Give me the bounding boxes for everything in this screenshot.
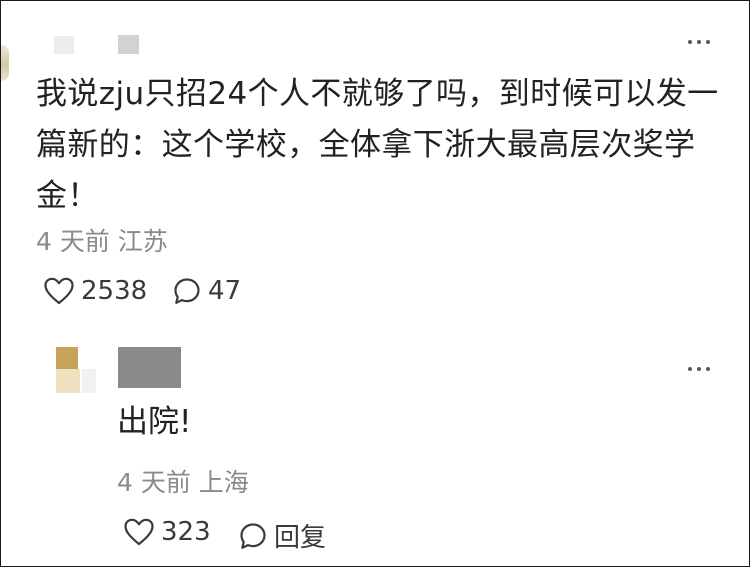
like-count: 2538 bbox=[81, 276, 148, 306]
reply-button[interactable]: 回复 bbox=[238, 517, 326, 554]
speech-bubble-icon bbox=[174, 278, 200, 304]
replier-name-redacted[interactable] bbox=[118, 347, 181, 388]
heart-outline-icon bbox=[44, 277, 74, 305]
speech-bubble-icon bbox=[240, 522, 266, 549]
more-dots-icon bbox=[688, 367, 692, 371]
more-dots-icon bbox=[688, 40, 692, 44]
commenter-name-redacted[interactable] bbox=[54, 36, 74, 54]
comment-meta: 4 天前 江苏 bbox=[36, 227, 168, 256]
comment-thread-card: 我说zju只招24个人不就够了吗，到时候可以发一篇新的：这个学校，全体拿下浙大最… bbox=[0, 0, 750, 567]
reply-like-button[interactable]: 323 bbox=[123, 517, 211, 547]
reply-label: 回复 bbox=[274, 523, 327, 553]
like-button[interactable]: 2538 bbox=[43, 276, 147, 306]
reply-count: 47 bbox=[208, 276, 242, 306]
replier-avatar[interactable] bbox=[45, 347, 97, 393]
reply-text: 出院! bbox=[117, 404, 192, 440]
reply-more-options-button[interactable] bbox=[688, 367, 710, 371]
commenter-name-redacted-part[interactable] bbox=[118, 35, 139, 54]
heart-outline-icon bbox=[124, 518, 154, 546]
more-options-button[interactable] bbox=[688, 40, 710, 44]
reply-meta: 4 天前 上海 bbox=[117, 468, 249, 497]
commenter-avatar[interactable] bbox=[1, 45, 9, 81]
comment-text: 我说zju只招24个人不就够了吗，到时候可以发一篇新的：这个学校，全体拿下浙大最… bbox=[36, 76, 719, 214]
reply-count-button[interactable]: 47 bbox=[172, 276, 241, 306]
reply-like-count: 323 bbox=[161, 517, 211, 547]
